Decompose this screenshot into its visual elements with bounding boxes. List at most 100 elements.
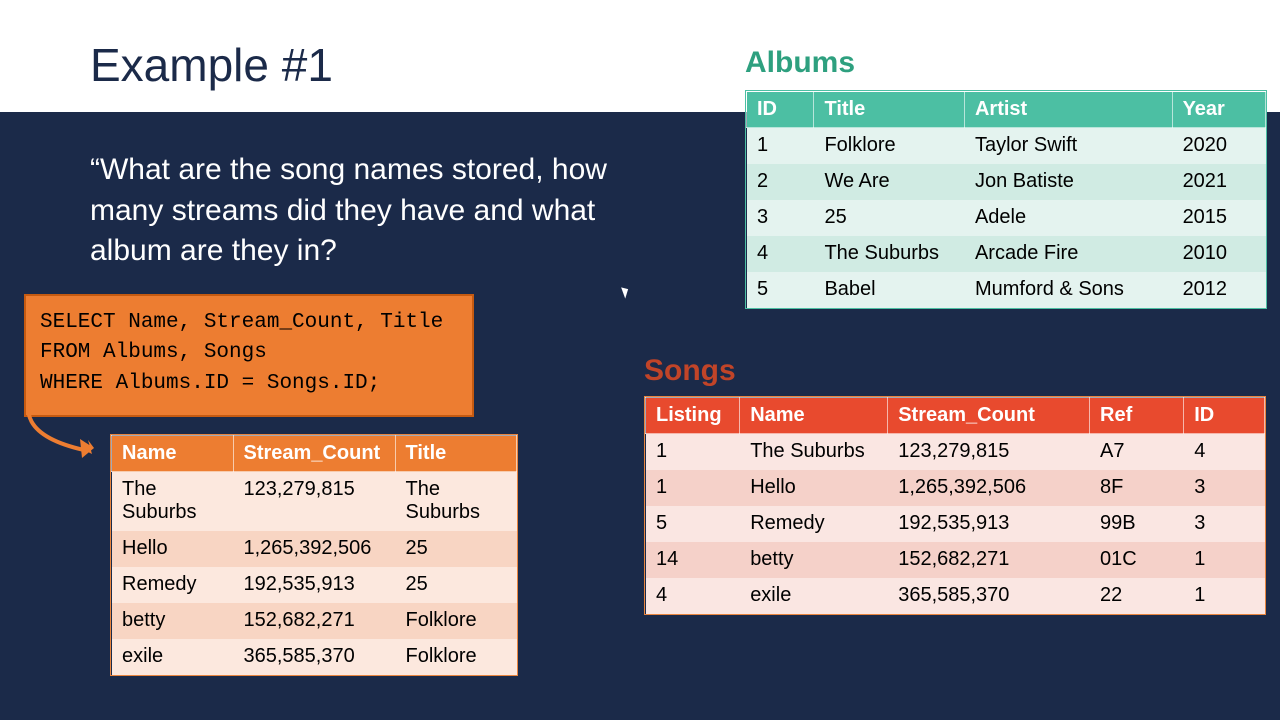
cell: 152,682,271 xyxy=(233,603,395,639)
cell: 25 xyxy=(395,567,517,603)
table-row: 325Adele2015 xyxy=(747,200,1266,236)
cell: Remedy xyxy=(112,567,234,603)
cell: 152,682,271 xyxy=(888,542,1090,578)
table-row: 1Hello1,265,392,5068F3 xyxy=(646,470,1265,506)
col-header: ID xyxy=(1184,398,1265,434)
cell: Taylor Swift xyxy=(964,128,1172,164)
cell: exile xyxy=(112,639,234,675)
cell: 3 xyxy=(747,200,814,236)
songs-table: Listing Name Stream_Count Ref ID 1The Su… xyxy=(644,396,1266,615)
table-row: Remedy192,535,91325 xyxy=(112,567,517,603)
arrow-icon xyxy=(14,388,114,468)
cell: 2015 xyxy=(1172,200,1265,236)
col-header: Title xyxy=(395,436,517,472)
result-table: Name Stream_Count Title The Suburbs123,2… xyxy=(110,434,518,676)
cell: The Suburbs xyxy=(395,472,517,531)
albums-body: 1FolkloreTaylor Swift20202We AreJon Bati… xyxy=(747,128,1266,308)
cell: Folklore xyxy=(395,639,517,675)
cell: Jon Batiste xyxy=(964,164,1172,200)
cell: Folklore xyxy=(395,603,517,639)
cell: 3 xyxy=(1184,470,1265,506)
table-row: 4exile365,585,370221 xyxy=(646,578,1265,614)
cell: 1,265,392,506 xyxy=(888,470,1090,506)
cell: 2012 xyxy=(1172,272,1265,308)
table-row: 5Remedy192,535,91399B3 xyxy=(646,506,1265,542)
col-header: Listing xyxy=(646,398,740,434)
table-row: 5BabelMumford & Sons2012 xyxy=(747,272,1266,308)
cell: 4 xyxy=(1184,434,1265,470)
cell: exile xyxy=(740,578,888,614)
songs-body: 1The Suburbs123,279,815A741Hello1,265,39… xyxy=(646,434,1265,614)
table-row: 2We AreJon Batiste2021 xyxy=(747,164,1266,200)
cell: 123,279,815 xyxy=(888,434,1090,470)
col-header: Name xyxy=(740,398,888,434)
cell: Folklore xyxy=(814,128,965,164)
cell: 1 xyxy=(646,470,740,506)
cell: 1 xyxy=(1184,578,1265,614)
cell: A7 xyxy=(1090,434,1184,470)
col-header: Title xyxy=(814,92,965,128)
cell: 2020 xyxy=(1172,128,1265,164)
cell: Babel xyxy=(814,272,965,308)
cell: 1 xyxy=(646,434,740,470)
table-row: betty152,682,271Folklore xyxy=(112,603,517,639)
cell: Adele xyxy=(964,200,1172,236)
table-row: 1FolkloreTaylor Swift2020 xyxy=(747,128,1266,164)
sql-line: SELECT Name, Stream_Count, Title xyxy=(40,308,458,338)
cell: 2 xyxy=(747,164,814,200)
cell: 1 xyxy=(747,128,814,164)
table-row: exile365,585,370Folklore xyxy=(112,639,517,675)
cell: Mumford & Sons xyxy=(964,272,1172,308)
songs-heading: Songs xyxy=(644,354,736,388)
cell: 1 xyxy=(1184,542,1265,578)
cell: The Suburbs xyxy=(740,434,888,470)
cell: Hello xyxy=(740,470,888,506)
cell: 2021 xyxy=(1172,164,1265,200)
cell: 123,279,815 xyxy=(233,472,395,531)
col-header: Stream_Count xyxy=(233,436,395,472)
cell: 192,535,913 xyxy=(233,567,395,603)
table-row: 1The Suburbs123,279,815A74 xyxy=(646,434,1265,470)
col-header: Ref xyxy=(1090,398,1184,434)
table-row: Hello1,265,392,50625 xyxy=(112,531,517,567)
cell: 14 xyxy=(646,542,740,578)
cell: Remedy xyxy=(740,506,888,542)
col-header: Stream_Count xyxy=(888,398,1090,434)
cell: 365,585,370 xyxy=(233,639,395,675)
cell: betty xyxy=(740,542,888,578)
cell: 1,265,392,506 xyxy=(233,531,395,567)
cell: 01C xyxy=(1090,542,1184,578)
cell: 3 xyxy=(1184,506,1265,542)
cell: We Are xyxy=(814,164,965,200)
col-header: Name xyxy=(112,436,234,472)
cell: 25 xyxy=(395,531,517,567)
col-header: Year xyxy=(1172,92,1265,128)
question-text: “What are the song names stored, how man… xyxy=(90,150,630,272)
cell: Arcade Fire xyxy=(964,236,1172,272)
cell: The Suburbs xyxy=(814,236,965,272)
cell: 5 xyxy=(747,272,814,308)
cell: 2010 xyxy=(1172,236,1265,272)
cell: 99B xyxy=(1090,506,1184,542)
cell: 365,585,370 xyxy=(888,578,1090,614)
cell: 8F xyxy=(1090,470,1184,506)
page-title: Example #1 xyxy=(90,38,333,92)
table-row: 4The SuburbsArcade Fire2010 xyxy=(747,236,1266,272)
cell: The Suburbs xyxy=(112,472,234,531)
table-row: 14betty152,682,27101C1 xyxy=(646,542,1265,578)
cell: betty xyxy=(112,603,234,639)
cell: Hello xyxy=(112,531,234,567)
cell: 25 xyxy=(814,200,965,236)
result-body: The Suburbs123,279,815The SuburbsHello1,… xyxy=(112,472,517,675)
albums-heading: Albums xyxy=(745,46,855,80)
cell: 4 xyxy=(747,236,814,272)
albums-table: ID Title Artist Year 1FolkloreTaylor Swi… xyxy=(745,90,1267,309)
table-row: The Suburbs123,279,815The Suburbs xyxy=(112,472,517,531)
cell: 5 xyxy=(646,506,740,542)
sql-line: FROM Albums, Songs xyxy=(40,338,458,368)
cell: 22 xyxy=(1090,578,1184,614)
col-header: Artist xyxy=(964,92,1172,128)
col-header: ID xyxy=(747,92,814,128)
cell: 192,535,913 xyxy=(888,506,1090,542)
cell: 4 xyxy=(646,578,740,614)
